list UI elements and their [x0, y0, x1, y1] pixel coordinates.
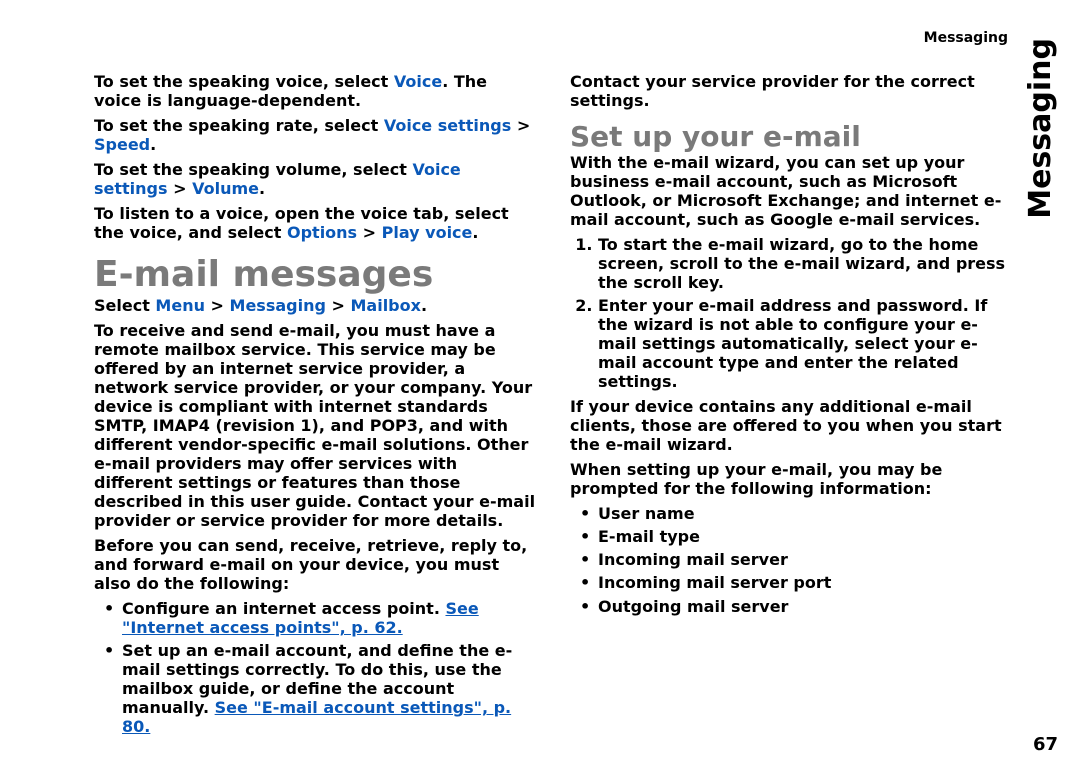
- bullet-list: Configure an internet access point. See …: [94, 599, 536, 736]
- list-item: Incoming mail server port: [580, 573, 1012, 592]
- list-item: User name: [580, 504, 1012, 523]
- section-tab: Messaging: [1023, 38, 1058, 219]
- keyword-voice-settings: Voice settings: [384, 116, 511, 135]
- keyword-messaging: Messaging: [230, 296, 326, 315]
- keyword-voice: Voice: [394, 72, 442, 91]
- paragraph: If your device contains any additional e…: [570, 397, 1012, 454]
- bullet-list: User name E-mail type Incoming mail serv…: [570, 504, 1012, 615]
- manual-page: Messaging Messaging 67 To set the speaki…: [0, 0, 1080, 779]
- paragraph: To set the speaking voice, select Voice.…: [94, 72, 536, 110]
- heading-email-messages: E-mail messages: [94, 256, 536, 293]
- paragraph: To receive and send e-mail, you must hav…: [94, 321, 536, 530]
- keyword-speed: Speed: [94, 135, 150, 154]
- list-item: Enter your e-mail address and password. …: [598, 296, 1012, 391]
- list-item: Incoming mail server: [580, 550, 1012, 569]
- list-item: E-mail type: [580, 527, 1012, 546]
- list-item: Set up an e-mail account, and define the…: [104, 641, 536, 736]
- paragraph: To listen to a voice, open the voice tab…: [94, 204, 536, 242]
- paragraph: Select Menu > Messaging > Mailbox.: [94, 296, 536, 315]
- list-item: Configure an internet access point. See …: [104, 599, 536, 637]
- list-item: To start the e-mail wizard, go to the ho…: [598, 235, 1012, 292]
- paragraph: To set the speaking volume, select Voice…: [94, 160, 536, 198]
- keyword-play-voice: Play voice: [382, 223, 473, 242]
- paragraph: With the e-mail wizard, you can set up y…: [570, 153, 1012, 229]
- paragraph: Contact your service provider for the co…: [570, 72, 1012, 110]
- keyword-menu: Menu: [155, 296, 205, 315]
- running-header: Messaging: [924, 30, 1008, 46]
- keyword-mailbox: Mailbox: [350, 296, 420, 315]
- list-item: Outgoing mail server: [580, 597, 1012, 616]
- paragraph: Before you can send, receive, retrieve, …: [94, 536, 536, 593]
- paragraph: When setting up your e-mail, you may be …: [570, 460, 1012, 498]
- heading-set-up-email: Set up your e-mail: [570, 122, 1012, 153]
- numbered-list: To start the e-mail wizard, go to the ho…: [570, 235, 1012, 391]
- page-number: 67: [1033, 734, 1058, 755]
- keyword-options: Options: [287, 223, 357, 242]
- keyword-volume: Volume: [192, 179, 259, 198]
- body-columns: To set the speaking voice, select Voice.…: [94, 72, 1012, 752]
- paragraph: To set the speaking rate, select Voice s…: [94, 116, 536, 154]
